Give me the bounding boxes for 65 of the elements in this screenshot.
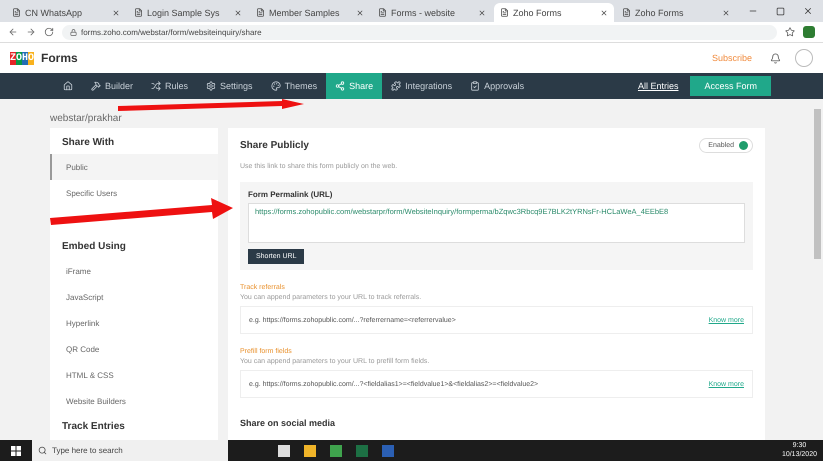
page-icon bbox=[134, 8, 143, 17]
breadcrumb: webstar/prakhar bbox=[50, 113, 122, 124]
nav-tab[interactable]: Themes bbox=[262, 73, 326, 99]
close-icon[interactable] bbox=[722, 8, 730, 16]
app-icon[interactable] bbox=[278, 444, 290, 456]
integrations-icon bbox=[391, 81, 402, 91]
reload-icon[interactable] bbox=[44, 27, 54, 37]
approvals-icon bbox=[470, 81, 480, 91]
share-icon bbox=[335, 81, 346, 91]
close-icon[interactable] bbox=[600, 8, 608, 16]
taskbar-search[interactable]: Type here to search bbox=[32, 440, 228, 461]
page-icon bbox=[622, 8, 631, 17]
address-bar[interactable]: forms.zoho.com/webstar/form/websiteinquiry/share bbox=[62, 24, 777, 40]
page-icon bbox=[378, 8, 387, 17]
browser-tab[interactable]: Login Sample Sys bbox=[128, 3, 248, 22]
forward-icon[interactable] bbox=[26, 27, 36, 37]
browser-tab[interactable]: Zoho Forms bbox=[616, 3, 736, 22]
browser-tab[interactable]: Member Samples bbox=[250, 3, 370, 22]
sidebar-item[interactable]: HTML & CSS bbox=[50, 362, 218, 388]
section-title: Embed Using bbox=[61, 240, 127, 254]
sidebar-item[interactable]: Hyperlink bbox=[50, 310, 218, 336]
maximize-icon[interactable] bbox=[776, 6, 785, 16]
section-title: Track Entries bbox=[61, 420, 126, 434]
sidebar-item[interactable]: JavaScript bbox=[50, 284, 218, 310]
nav-tab[interactable]: Approvals bbox=[461, 73, 534, 99]
builder-icon bbox=[91, 81, 101, 91]
close-icon[interactable] bbox=[234, 8, 242, 16]
browser-tab[interactable]: Zoho Forms bbox=[494, 3, 614, 22]
search-icon bbox=[38, 446, 47, 455]
bell-icon[interactable] bbox=[770, 52, 781, 64]
section-title: Share With bbox=[61, 136, 116, 150]
browser-tab[interactable]: Forms - website bbox=[372, 3, 492, 22]
field-label: Form Permalink (URL) bbox=[248, 190, 334, 199]
back-icon[interactable] bbox=[8, 27, 18, 37]
close-icon[interactable] bbox=[803, 6, 813, 16]
app-icon[interactable] bbox=[330, 444, 342, 456]
panel-title: Share Publicly bbox=[240, 140, 309, 151]
sidebar-item[interactable]: QR Code bbox=[50, 336, 218, 362]
sidebar-item[interactable]: Website Builders bbox=[50, 388, 218, 414]
star-icon[interactable] bbox=[785, 27, 795, 37]
all-entries-link[interactable]: All Entries bbox=[638, 81, 678, 91]
nav-tab[interactable]: Integrations bbox=[382, 73, 462, 99]
page-icon bbox=[500, 8, 509, 17]
extension-icon[interactable] bbox=[803, 26, 815, 38]
scrollbar[interactable] bbox=[814, 109, 821, 259]
nav-tab[interactable]: Builder bbox=[82, 73, 142, 99]
sidebar-item[interactable]: Specific Users bbox=[50, 180, 218, 206]
page-icon bbox=[256, 8, 265, 17]
app-name: Forms bbox=[41, 51, 78, 65]
home-icon bbox=[63, 81, 73, 91]
close-icon[interactable] bbox=[356, 8, 364, 16]
section-title: Share on social media bbox=[240, 418, 336, 428]
app-icon[interactable] bbox=[304, 444, 316, 456]
browser-tab[interactable]: CN WhatsApp bbox=[6, 3, 126, 22]
rules-icon bbox=[151, 81, 162, 91]
close-icon[interactable] bbox=[478, 8, 486, 16]
settings-icon bbox=[206, 81, 216, 91]
logo: ZOHO bbox=[10, 52, 34, 64]
sidebar-item[interactable]: Public bbox=[50, 154, 218, 180]
page-icon bbox=[12, 8, 21, 17]
nav-tab[interactable]: Settings bbox=[197, 73, 262, 99]
themes-icon bbox=[270, 81, 281, 91]
close-icon[interactable] bbox=[112, 8, 120, 16]
sidebar-item[interactable]: iFrame bbox=[50, 258, 218, 284]
nav-tab[interactable]: Rules bbox=[142, 73, 198, 99]
